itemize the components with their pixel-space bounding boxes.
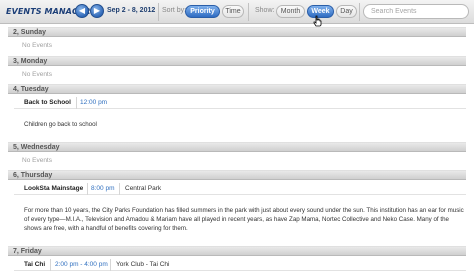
day-label: 3, Monday — [13, 58, 48, 65]
column-divider — [110, 259, 111, 271]
day-header-friday: 7, Friday — [8, 246, 466, 256]
event-row[interactable]: Back to School 12:00 pm — [14, 97, 466, 109]
previous-week-button[interactable]: ◀ — [75, 4, 89, 18]
day-header-sunday: 2, Sunday — [8, 27, 466, 37]
day-header-monday: 3, Monday — [8, 56, 466, 66]
day-header-thursday: 6, Thursday — [8, 170, 466, 180]
toolbar: EVENTS MANAGER ◀ ▶ Sep 2 - 8, 2012 Sort … — [0, 0, 474, 27]
show-label: Show: — [255, 7, 275, 14]
event-time: 12:00 pm — [80, 99, 108, 106]
no-events-text: No Events — [22, 71, 52, 78]
event-row[interactable]: LookSta Mainstage 8:00 pm Central Park — [14, 183, 466, 195]
toolbar-divider — [158, 3, 159, 21]
column-divider — [76, 97, 77, 109]
day-header-tuesday: 4, Tuesday — [8, 84, 466, 94]
column-divider — [50, 259, 51, 271]
column-divider — [119, 183, 120, 195]
event-time: 2:00 pm - 4:00 pm — [55, 261, 108, 268]
sort-time-button[interactable]: Time — [222, 5, 244, 18]
toolbar-divider — [248, 3, 249, 21]
event-time: 8:00 pm — [91, 185, 115, 192]
no-events-text: No Events — [22, 42, 52, 49]
day-label: 2, Sunday — [13, 29, 47, 36]
day-header-wednesday: 5, Wednesday — [8, 142, 466, 152]
event-location: Central Park — [125, 185, 162, 192]
event-name[interactable]: Tai Chi — [24, 260, 45, 270]
event-description: For more than 10 years, the City Parks F… — [24, 207, 464, 232]
day-label: 4, Tuesday — [13, 86, 49, 93]
view-day-button[interactable]: Day — [336, 5, 357, 18]
app-title: EVENTS MANAGER — [6, 7, 91, 16]
toolbar-divider — [359, 3, 360, 21]
column-divider — [87, 183, 88, 195]
day-label: 5, Wednesday — [13, 144, 60, 151]
event-row[interactable]: Tai Chi 2:00 pm - 4:00 pm York Club - Ta… — [14, 259, 466, 271]
next-week-button[interactable]: ▶ — [90, 4, 104, 18]
no-events-text: No Events — [22, 157, 52, 164]
day-label: 6, Thursday — [13, 172, 53, 179]
date-range: Sep 2 - 8, 2012 — [107, 7, 156, 14]
hand-cursor-icon — [313, 15, 322, 27]
event-name[interactable]: LookSta Mainstage — [24, 184, 83, 194]
sort-priority-button[interactable]: Priority — [185, 5, 220, 18]
event-name[interactable]: Back to School — [24, 98, 71, 108]
search-input[interactable] — [363, 4, 469, 19]
view-month-button[interactable]: Month — [276, 5, 305, 18]
day-label: 7, Friday — [13, 248, 42, 255]
sort-by-label: Sort by: — [162, 7, 187, 14]
event-description: Children go back to school — [24, 121, 97, 128]
event-location: York Club - Tai Chi — [116, 261, 170, 268]
